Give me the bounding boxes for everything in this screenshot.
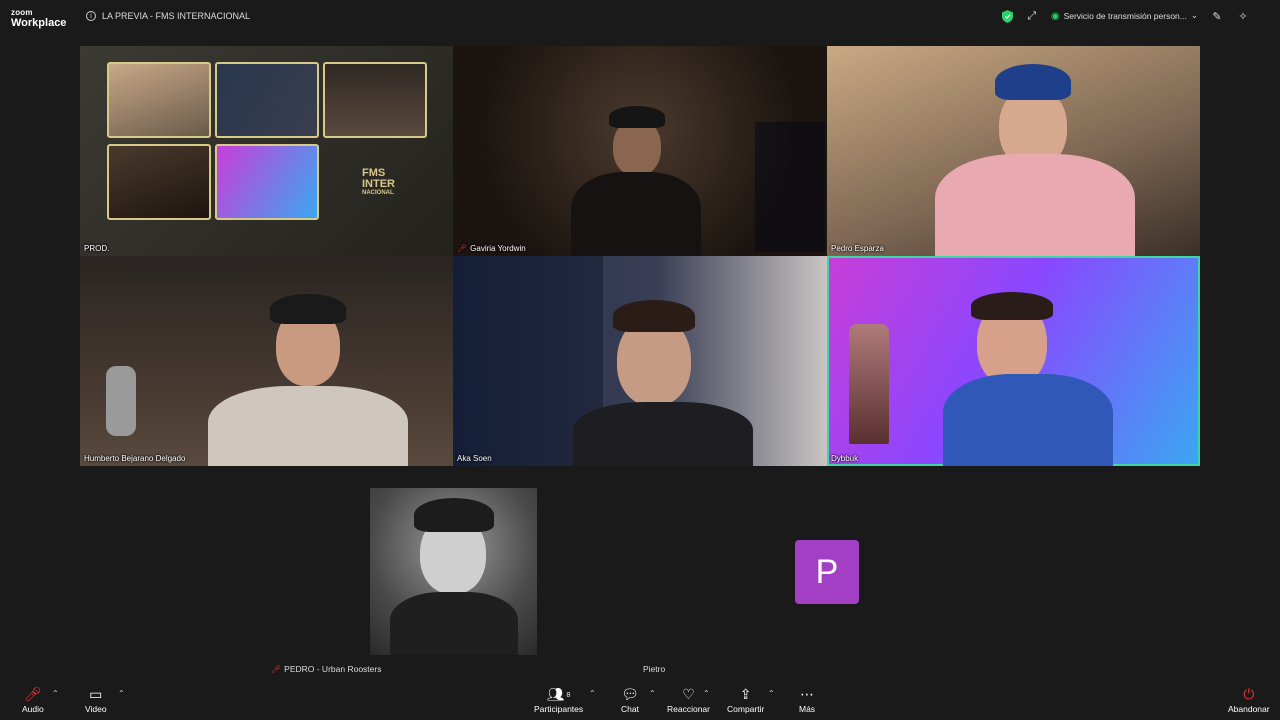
video-tile-prod[interactable]: FMS INTER NACIONAL PROD.	[80, 46, 453, 256]
participants-button[interactable]: 👥︎ 8 Participantes	[534, 686, 583, 714]
participant-name-pedro: 🎤︎ PEDRO - Urban Roosters	[271, 664, 382, 674]
mic-muted-icon: 🎤︎	[23, 687, 42, 703]
leave-button[interactable]: ⏻ Abandonar	[1228, 686, 1270, 714]
prod-subtile-1	[107, 62, 211, 138]
chat-button[interactable]: 💬︎ Chat	[621, 686, 639, 714]
info-icon[interactable]: i	[86, 11, 96, 21]
heart-icon: ♡	[682, 687, 695, 703]
leave-icon: ⏻	[1243, 687, 1255, 703]
chat-options-chevron-icon[interactable]: ⌃	[649, 689, 656, 698]
participant-name: 🎤︎ Gaviria Yordwin	[457, 244, 526, 253]
video-tile-dybbuk[interactable]: Dybbuk	[827, 256, 1200, 466]
video-tile-humberto[interactable]: Humberto Bejarano Delgado	[80, 256, 453, 466]
participants-options-chevron-icon[interactable]: ⌃	[589, 689, 596, 698]
react-options-chevron-icon[interactable]: ⌃	[703, 689, 710, 698]
video-options-chevron-icon[interactable]: ⌃	[118, 689, 125, 698]
participant-avatar-pietro[interactable]: P	[795, 540, 859, 604]
camera-icon: ▭	[89, 687, 103, 703]
more-button[interactable]: ⋯ Más	[799, 686, 815, 714]
participant-name: Humberto Bejarano Delgado	[84, 454, 186, 463]
participant-name-pietro: Pietro	[643, 664, 666, 674]
expand-icon[interactable]: ⤢	[1025, 9, 1039, 23]
prod-subtile-5	[215, 144, 319, 220]
participants-icon: 👥︎ 8	[546, 687, 571, 703]
meeting-toolbar: 🎤︎ Audio ⌃ ▭ Video ⌃ 👥︎ 8 Participantes ⌃…	[0, 682, 1280, 720]
logo-bottom: Workplace	[11, 17, 67, 29]
participant-photo-pedro[interactable]	[370, 488, 537, 655]
participant-name: Dybbuk	[831, 454, 859, 463]
video-tile-gaviria-yordwin[interactable]: 🎤︎ Gaviria Yordwin	[453, 46, 827, 256]
share-button[interactable]: ⇪ Compartir	[727, 686, 764, 714]
video-tile-aka-soen[interactable]: Aka Soen	[453, 256, 827, 466]
zoom-logo: zoom Workplace	[11, 9, 66, 29]
stream-chat-overlay	[755, 122, 825, 252]
audio-options-chevron-icon[interactable]: ⌃	[52, 689, 59, 698]
title-bar: zoom Workplace i LA PREVIA - FMS INTERNA…	[0, 0, 1280, 36]
participant-name: PROD.	[84, 244, 110, 253]
mic-muted-icon: 🎤︎	[271, 664, 282, 674]
fms-internacional-logo: FMS INTER NACIONAL	[362, 167, 395, 197]
logo-top: zoom	[11, 8, 33, 17]
participant-name: Aka Soen	[457, 454, 492, 463]
meeting-info[interactable]: i LA PREVIA - FMS INTERNACIONAL	[86, 11, 250, 21]
prod-subtile-4	[107, 144, 211, 220]
annotate-pencil-icon[interactable]: ✎	[1210, 9, 1224, 23]
audio-button[interactable]: 🎤︎ Audio	[22, 686, 44, 714]
broadcast-icon: ◉	[1050, 10, 1060, 22]
mic-muted-icon: 🎤︎	[457, 244, 468, 253]
security-shield-icon[interactable]	[1001, 9, 1013, 23]
share-screen-icon: ⇪	[739, 687, 752, 703]
prod-subtile-2	[215, 62, 319, 138]
stream-status[interactable]: ◉ Servicio de transmisión person... ⌄	[1051, 11, 1198, 22]
more-dots-icon: ⋯	[800, 687, 815, 703]
meeting-title: LA PREVIA - FMS INTERNACIONAL	[102, 11, 251, 21]
share-options-chevron-icon[interactable]: ⌃	[768, 689, 775, 698]
chevron-down-icon: ⌄	[1190, 11, 1198, 21]
chat-icon: 💬︎	[621, 687, 639, 703]
stream-label: Servicio de transmisión person...	[1063, 11, 1187, 21]
video-button[interactable]: ▭ Video	[85, 686, 107, 714]
apps-sparkle-icon[interactable]: ✧	[1236, 9, 1250, 23]
prod-subtile-3	[323, 62, 427, 138]
participant-name: Pedro Esparza	[831, 244, 884, 253]
video-tile-pedro-esparza[interactable]: Pedro Esparza	[827, 46, 1200, 256]
